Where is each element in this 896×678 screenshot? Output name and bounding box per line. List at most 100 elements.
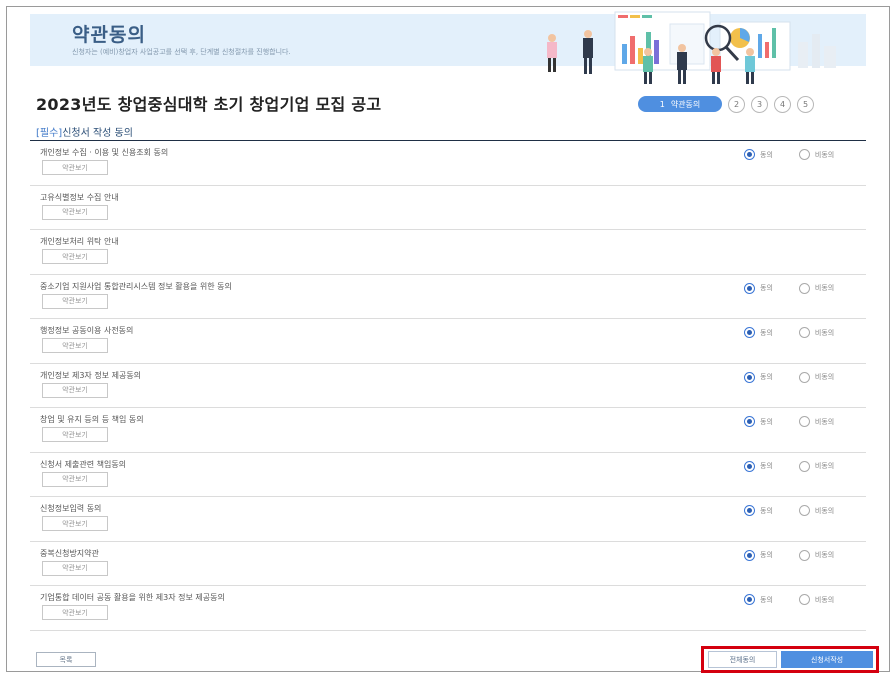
agree-radio-icon[interactable]: [744, 460, 755, 472]
terms-row: 신청정보입력 동의약관보기 동의 비동의: [30, 497, 866, 542]
agree-option[interactable]: 동의: [744, 371, 773, 383]
disagree-option[interactable]: 비동의: [798, 327, 834, 338]
terms-row: 중복신청방지약관약관보기 동의 비동의: [30, 542, 866, 586]
required-tag: [필수]: [36, 128, 63, 139]
terms-label: 중복신청방지약관: [40, 548, 99, 558]
banner-illustration: [547, 11, 836, 84]
view-terms-button[interactable]: 약관보기: [42, 204, 108, 220]
terms-label: 개인정보처리 위탁 안내: [40, 237, 119, 246]
step-5: 5: [797, 95, 814, 113]
terms-label: 개인정보 제3자 정보 제공동의: [40, 370, 142, 380]
agree-radio-group: 동의 비동의: [744, 416, 834, 427]
view-terms-button[interactable]: 약관보기: [42, 293, 108, 309]
terms-row: 중소기업 지원사업 통합관리시스템 정보 활용을 위한 동의약관보기 동의 비동의: [30, 275, 866, 319]
agree-label: 동의: [760, 417, 773, 426]
terms-row: 개인정보 제3자 정보 제공동의약관보기 동의 비동의: [30, 364, 866, 408]
disagree-label: 비동의: [814, 373, 835, 381]
agree-radio-icon[interactable]: [744, 549, 755, 561]
agree-label: 동의: [760, 150, 773, 159]
disagree-label: 비동의: [814, 595, 835, 604]
agree-option[interactable]: 동의: [744, 594, 773, 605]
terms-list: 개인정보 수집 · 이용 및 신용조회 동의 약관보기 동의 비동의 고유식별정보 수집…: [30, 141, 866, 631]
apply-button[interactable]: 신청서작성: [781, 651, 873, 668]
agree-radio-icon[interactable]: [744, 505, 755, 516]
disagree-option[interactable]: 비동의: [798, 505, 835, 516]
view-terms-button[interactable]: 약관보기: [42, 471, 108, 487]
agree-label: 동의: [760, 284, 773, 292]
agree-radio-group: 동의 비동의: [744, 327, 834, 338]
step-active-label: 약관동의: [670, 99, 701, 109]
disagree-label: 비동의: [814, 506, 835, 515]
view-terms-button[interactable]: 약관보기: [42, 605, 108, 620]
view-terms-button[interactable]: 약관보기: [42, 516, 108, 531]
agree-option[interactable]: 동의: [744, 149, 773, 160]
agree-radio-icon[interactable]: [744, 282, 755, 294]
disagree-option[interactable]: 비동의: [798, 594, 835, 605]
agree-option[interactable]: 동의: [744, 327, 773, 338]
agree-label: 동의: [760, 595, 773, 604]
terms-label: 기업통합 데이터 공동 활용을 위한 제3자 정보 제공동의: [40, 593, 225, 602]
agree-radio-group: 동의 비동의: [744, 149, 834, 160]
terms-label: 신청정보입력 동의: [40, 504, 102, 513]
disagree-radio-icon[interactable]: [798, 327, 810, 338]
agree-radio-icon[interactable]: [744, 416, 755, 427]
terms-row: 창업 및 유지 등의 등 책임 동의약관보기 동의 비동의: [30, 408, 866, 453]
agree-radio-group: 동의 비동의: [744, 282, 834, 294]
terms-row: 신청서 제출관련 책임동의 약관보기 동의 비동의: [30, 453, 866, 497]
agree-radio-icon[interactable]: [744, 327, 755, 338]
banner-title: 약관동의: [72, 24, 146, 46]
disagree-label: 비동의: [814, 150, 835, 159]
agree-option[interactable]: 동의: [744, 549, 773, 561]
agree-option[interactable]: 동의: [744, 460, 773, 472]
agree-radio-icon[interactable]: [744, 594, 755, 605]
disagree-option[interactable]: 비동의: [798, 371, 835, 383]
section-title-text: 신청서 작성 동의: [62, 128, 133, 139]
disagree-option[interactable]: 비동의: [798, 549, 834, 561]
disagree-radio-icon[interactable]: [798, 594, 810, 605]
terms-label: 창업 및 유지 등의 등 책임 동의: [40, 415, 144, 424]
step-active-number: 1: [659, 99, 665, 109]
step-3: 3: [751, 95, 768, 113]
disagree-option[interactable]: 비동의: [798, 416, 834, 427]
disagree-radio-icon[interactable]: [798, 549, 810, 561]
disagree-radio-icon[interactable]: [798, 149, 810, 160]
view-terms-button[interactable]: 약관보기: [42, 249, 108, 264]
terms-label: 개인정보 수집 · 이용 및 신용조회 동의: [40, 148, 169, 157]
terms-row: 개인정보처리 위탁 안내약관보기: [30, 230, 866, 275]
terms-label: 행정정보 공동이용 사전동의: [40, 326, 134, 335]
view-terms-button[interactable]: 약관보기: [42, 427, 108, 442]
agree-option[interactable]: 동의: [744, 282, 773, 294]
view-terms-button[interactable]: 약관보기: [42, 560, 108, 576]
disagree-option[interactable]: 비동의: [798, 460, 834, 472]
view-terms-button[interactable]: 약관보기: [42, 382, 108, 398]
agree-radio-icon[interactable]: [744, 149, 755, 160]
step-1-active: 1 약관동의: [638, 96, 722, 112]
disagree-option[interactable]: 비동의: [798, 149, 835, 160]
disagree-radio-icon[interactable]: [798, 282, 810, 294]
agree-option[interactable]: 동의: [744, 416, 773, 427]
agree-all-button[interactable]: 전체동의: [708, 651, 777, 668]
agree-radio-group: 동의 비동의: [744, 371, 835, 383]
terms-row: 고유식별정보 수집 안내약관보기: [30, 186, 866, 230]
disagree-radio-icon[interactable]: [798, 460, 810, 472]
view-terms-button[interactable]: 약관보기: [42, 160, 108, 175]
disagree-radio-icon[interactable]: [798, 416, 810, 427]
disagree-radio-icon[interactable]: [798, 371, 810, 383]
section-title: [필수]신청서 작성 동의: [36, 124, 133, 139]
terms-row: 개인정보 수집 · 이용 및 신용조회 동의약관보기 동의 비동의: [30, 141, 866, 186]
list-button[interactable]: 목록: [36, 652, 96, 667]
banner-subtitle: 신청자는 (예비)창업자 사업공고를 선택 후, 단계별 신청절차를 진행합니다…: [72, 48, 291, 56]
disagree-option[interactable]: 비동의: [798, 282, 834, 294]
terms-row: 기업통합 데이터 공동 활용을 위한 제3자 정보 제공동의약관보기 동의 비동의: [30, 586, 866, 631]
disagree-radio-icon[interactable]: [798, 505, 810, 516]
terms-label: 중소기업 지원사업 통합관리시스템 정보 활용을 위한 동의: [40, 281, 232, 291]
agree-label: 동의: [760, 506, 773, 515]
view-terms-button[interactable]: 약관보기: [42, 338, 108, 353]
terms-row: 행정정보 공동이용 사전동의약관보기 동의 비동의: [30, 319, 866, 364]
agree-option[interactable]: 동의: [744, 505, 773, 516]
agree-radio-icon[interactable]: [744, 371, 755, 383]
agree-label: 동의: [760, 373, 773, 381]
terms-label: 고유식별정보 수집 안내: [40, 192, 119, 202]
step-2: 2: [728, 95, 745, 113]
agree-label: 동의: [760, 328, 773, 337]
